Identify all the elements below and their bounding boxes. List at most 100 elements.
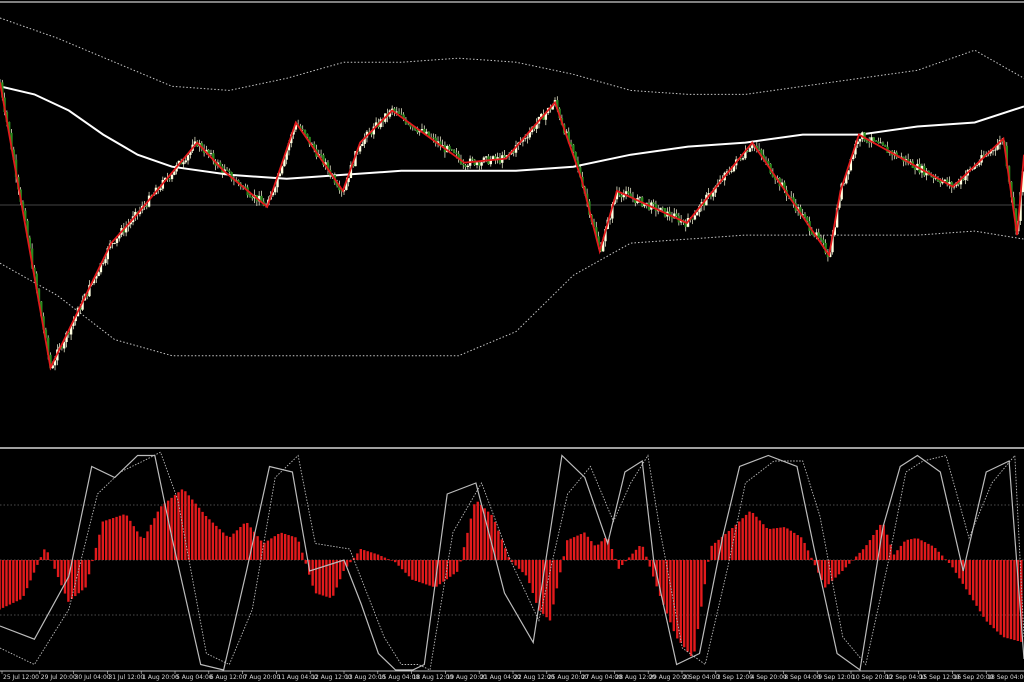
- histogram-bar: [163, 503, 166, 560]
- candle-body: [159, 188, 162, 191]
- x-tick-label: 5 Aug 04:00: [176, 674, 213, 681]
- candle-body: [225, 169, 229, 171]
- histogram-bar: [246, 522, 249, 560]
- x-tick-label: 31 Jul 12:00: [108, 674, 144, 681]
- histogram-bar: [806, 550, 810, 560]
- candle-body: [466, 165, 470, 168]
- histogram-bar: [762, 524, 765, 560]
- candle-body: [858, 138, 862, 142]
- candle-body: [865, 140, 869, 143]
- histogram-bar: [641, 546, 645, 560]
- candle-body: [448, 145, 451, 150]
- candle-body: [361, 143, 364, 146]
- candle-body: [881, 142, 885, 146]
- histogram-bar: [528, 560, 531, 584]
- histogram-bar: [25, 560, 29, 589]
- candle-body: [819, 237, 823, 240]
- histogram-bar: [139, 536, 142, 560]
- histogram-bar: [682, 560, 686, 648]
- histogram-bar: [318, 560, 321, 595]
- histogram-bar: [813, 560, 817, 566]
- candle-body: [874, 141, 878, 142]
- histogram-bar: [287, 535, 290, 560]
- histogram-bar: [50, 560, 53, 561]
- x-tick-label: 2 Sep 04:00: [683, 674, 719, 681]
- candle-body: [822, 239, 825, 243]
- histogram-bar: [283, 533, 287, 560]
- histogram-bar: [892, 554, 896, 560]
- histogram-bar: [903, 541, 906, 560]
- candle-body: [97, 272, 100, 277]
- histogram-bar: [105, 520, 108, 560]
- histogram-bar: [975, 560, 978, 606]
- candle-body: [879, 142, 882, 144]
- histogram-bar: [775, 528, 779, 560]
- histogram-bar: [232, 533, 235, 560]
- histogram-bar: [98, 534, 101, 560]
- histogram-bar: [297, 541, 301, 560]
- candle-body: [319, 154, 323, 156]
- candle-body: [420, 129, 424, 131]
- histogram-bar: [122, 514, 125, 560]
- histogram-bar: [335, 560, 338, 588]
- histogram-bar: [469, 518, 473, 560]
- chart-canvas: 25 Jul 12:00 29 Jul 20:0030 Jul 04:0031 J…: [0, 0, 1024, 682]
- histogram-bar: [772, 528, 775, 560]
- candle-body: [182, 162, 185, 165]
- candle-body: [757, 148, 761, 150]
- histogram-bar: [442, 560, 445, 582]
- histogram-bar: [982, 560, 985, 617]
- histogram-bar: [593, 545, 596, 560]
- candle-body: [620, 195, 623, 198]
- histogram-bar: [15, 560, 19, 602]
- histogram-bar: [927, 543, 930, 560]
- histogram-bar: [923, 542, 927, 560]
- histogram-bar: [36, 560, 39, 565]
- candle-body: [475, 162, 479, 166]
- histogram-bar: [583, 532, 586, 560]
- histogram-bar: [108, 519, 111, 560]
- histogram-bar: [999, 560, 1002, 635]
- candle-body: [867, 142, 871, 143]
- candle-body: [872, 137, 875, 142]
- histogram-bar: [56, 560, 60, 578]
- histogram-bar: [256, 536, 259, 560]
- histogram-bar: [363, 550, 366, 560]
- histogram-bar: [796, 535, 799, 560]
- histogram-bar: [63, 560, 67, 594]
- histogram-bar: [280, 532, 283, 560]
- histogram-bar: [225, 535, 228, 560]
- x-tick-label: 4 Sep 20:00: [751, 674, 787, 681]
- histogram-bar: [590, 541, 593, 560]
- histogram-bar: [390, 560, 393, 561]
- histogram-bar: [111, 518, 115, 560]
- histogram-bar: [672, 560, 676, 632]
- histogram-bar: [638, 546, 641, 560]
- histogram-bar: [858, 552, 861, 560]
- candle-body: [913, 167, 917, 170]
- candle-body: [675, 213, 678, 217]
- candle-body: [104, 259, 107, 264]
- histogram-bar: [459, 560, 462, 562]
- candle-body: [748, 148, 752, 152]
- candle-body: [638, 197, 642, 199]
- histogram-bar: [373, 553, 376, 560]
- histogram-bar: [142, 538, 146, 560]
- histogram-bar: [799, 537, 803, 560]
- histogram-bar: [259, 540, 263, 560]
- x-tick-label: 3 Sep 12:00: [717, 674, 753, 681]
- histogram-bar: [125, 515, 129, 560]
- histogram-bar: [524, 560, 528, 576]
- histogram-bar: [473, 504, 476, 560]
- histogram-bar: [500, 539, 504, 560]
- histogram-bar: [896, 550, 899, 560]
- histogram-bar: [872, 534, 875, 560]
- histogram-bar: [311, 560, 314, 586]
- histogram-bar: [713, 542, 717, 560]
- histogram-bar: [810, 557, 813, 560]
- histogram-bar: [455, 560, 459, 572]
- candle-body: [962, 178, 965, 181]
- histogram-bar: [566, 540, 569, 560]
- histogram-bar: [187, 495, 191, 560]
- candle-body: [471, 158, 474, 160]
